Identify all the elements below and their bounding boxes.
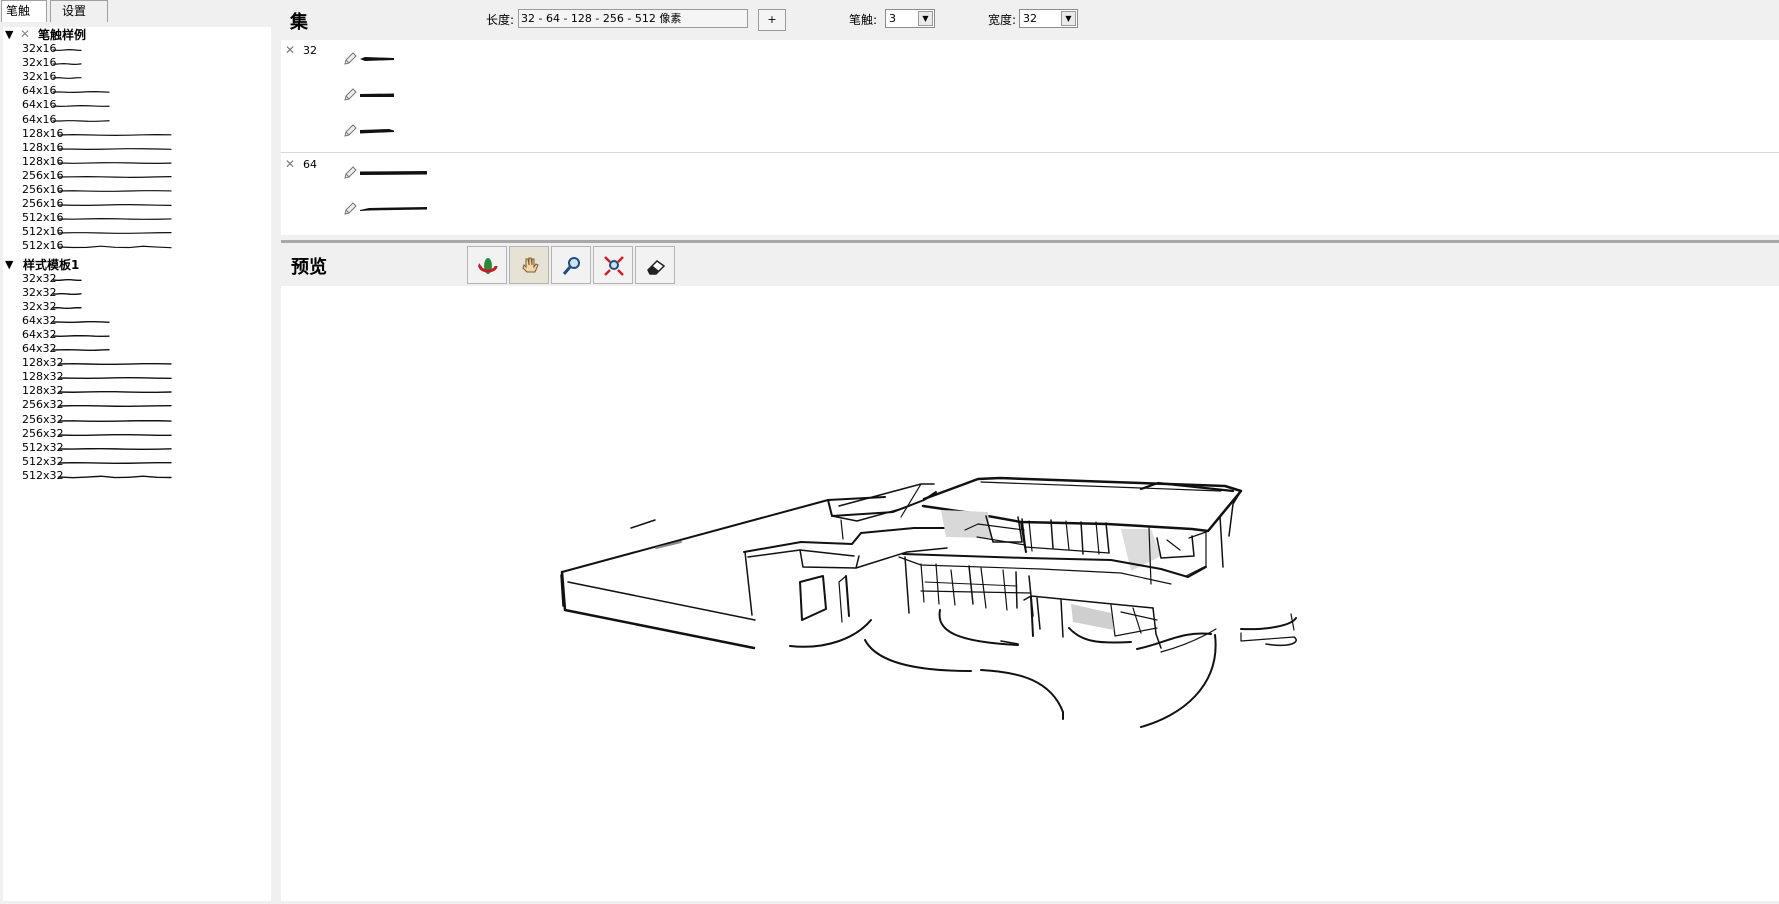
stroke-count-select[interactable]: 3 ▼ (885, 9, 935, 28)
orbit-icon (478, 258, 498, 274)
chevron-down-icon[interactable]: ▼ (918, 11, 933, 26)
stroke-tree[interactable]: ▼ ✕ 笔触样例 32x16 32x16 32x16 64x16 64x16 64x16 128x… (3, 27, 271, 901)
add-button[interactable]: + (758, 9, 786, 31)
set-stroke[interactable] (343, 50, 463, 68)
chevron-down-icon[interactable]: ▼ (1061, 11, 1076, 26)
set-stroke[interactable] (343, 200, 463, 218)
width-select[interactable]: 32 ▼ (1019, 9, 1078, 28)
remove-icon[interactable]: ✕ (285, 157, 295, 171)
set-row-size: 32 (303, 44, 317, 57)
set-row: ✕ 64 (281, 153, 1779, 235)
preview-canvas[interactable] (281, 286, 1779, 901)
set-stroke[interactable] (343, 86, 463, 104)
stroke-count-value: 3 (889, 12, 896, 25)
length-input[interactable]: 32 - 64 - 128 - 256 - 512 像素 (518, 9, 748, 28)
length-label: 长度: (486, 13, 515, 27)
zoom-extents-button[interactable] (593, 246, 633, 284)
orbit-button[interactable] (467, 246, 507, 284)
tree-item[interactable]: 512x16 (22, 238, 262, 254)
remove-icon[interactable]: ✕ (285, 43, 295, 57)
main-area: 集 长度: 32 - 64 - 128 - 256 - 512 像素 + 笔触:… (281, 0, 1779, 901)
left-panel: 笔触 设置 ▼ ✕ 笔触样例 32x16 32x16 32x16 64x16 64x16 64x… (0, 0, 271, 901)
set-header: 集 长度: 32 - 64 - 128 - 256 - 512 像素 + 笔触:… (281, 0, 1779, 40)
pencil-icon[interactable] (343, 202, 357, 216)
house-sketch (560, 476, 1297, 728)
eraser-button[interactable] (635, 246, 675, 284)
stroke-preview (58, 245, 172, 249)
expand-triangle-icon[interactable]: ▼ (5, 27, 13, 43)
remove-icon[interactable]: ✕ (20, 27, 30, 42)
eraser-icon (647, 260, 666, 275)
zoom-extents-icon (604, 256, 624, 276)
set-list: ✕ 32 ✕ 64 (281, 40, 1779, 235)
expand-triangle-icon[interactable]: ▼ (5, 257, 13, 273)
preview-title: 预览 (291, 257, 327, 278)
set-stroke[interactable] (343, 122, 463, 140)
preview-header: 预览 (281, 243, 1779, 286)
pencil-icon[interactable] (343, 124, 357, 138)
zoom-icon (562, 257, 580, 275)
width-value: 32 (1023, 12, 1037, 25)
stroke-preview (58, 475, 172, 479)
set-row-size: 64 (303, 158, 317, 171)
zoom-button[interactable] (551, 246, 591, 284)
pencil-icon[interactable] (343, 52, 357, 66)
width-label: 宽度: (988, 13, 1017, 27)
set-title: 集 (290, 12, 308, 33)
set-stroke[interactable] (343, 164, 463, 182)
tab-settings[interactable]: 设置 (50, 0, 108, 22)
pencil-icon[interactable] (343, 166, 357, 180)
stroke-count-label: 笔触: (849, 13, 878, 27)
tab-strokes[interactable]: 笔触 (1, 0, 47, 22)
pan-button[interactable] (509, 246, 549, 284)
set-row: ✕ 32 (281, 40, 1779, 153)
tab-bar: 笔触 设置 (0, 0, 271, 24)
tree-item[interactable]: 512x32 (22, 468, 262, 484)
pencil-icon[interactable] (343, 88, 357, 102)
pan-hand-icon (522, 257, 539, 273)
